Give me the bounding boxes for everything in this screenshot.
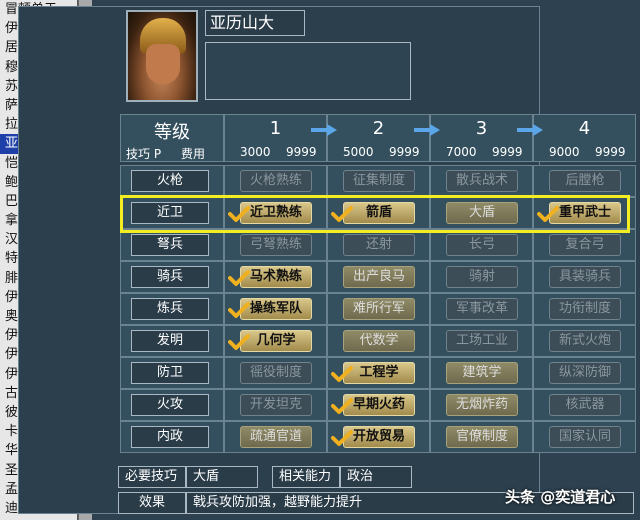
skill-button[interactable]: 几何学	[240, 330, 312, 352]
level-1-p: 3000	[240, 145, 271, 159]
skill-button[interactable]: 军事改革	[446, 298, 518, 320]
skill-button[interactable]: 新式火炮	[549, 330, 621, 352]
skill-button[interactable]: 建筑学	[446, 362, 518, 384]
skill-button[interactable]: 国家认同	[549, 426, 621, 448]
row-label: 骑兵	[131, 266, 209, 288]
level-4-cost: 9999	[595, 145, 626, 159]
skill-button[interactable]: 马术熟练	[240, 266, 312, 288]
row-label: 弩兵	[131, 234, 209, 256]
level-3-cost: 9999	[492, 145, 523, 159]
level-label: 等级	[154, 122, 190, 143]
face-shape	[146, 44, 180, 84]
watermark: 头条 @奕道君心	[505, 488, 616, 506]
general-bio-box	[205, 42, 411, 100]
level-1-cost: 9999	[286, 145, 317, 159]
skill-button[interactable]: 长弓	[446, 234, 518, 256]
skill-button[interactable]: 疏通官道	[240, 426, 312, 448]
level-4-p: 9000	[549, 145, 580, 159]
cost-label: 费用	[181, 147, 206, 161]
skill-button[interactable]: 工场工业	[446, 330, 518, 352]
arrow-right-icon	[517, 124, 543, 136]
skill-button[interactable]: 征集制度	[343, 170, 415, 192]
effect-label: 效果	[118, 492, 186, 514]
skill-button[interactable]: 开发坦克	[240, 394, 312, 416]
row-label: 防卫	[131, 362, 209, 384]
row-label: 炼兵	[131, 298, 209, 320]
skill-button[interactable]: 代数学	[343, 330, 415, 352]
level-2-p: 5000	[343, 145, 374, 159]
row-label: 火攻	[131, 394, 209, 416]
skill-button[interactable]: 火枪熟练	[240, 170, 312, 192]
skill-button[interactable]: 核武器	[549, 394, 621, 416]
skill-button[interactable]: 弓弩熟练	[240, 234, 312, 256]
row-label: 发明	[131, 330, 209, 352]
skill-button[interactable]: 出产良马	[343, 266, 415, 288]
skill-button[interactable]: 纵深防御	[549, 362, 621, 384]
skill-p-label: 技巧 P	[126, 147, 162, 161]
skill-button[interactable]: 散兵战术	[446, 170, 518, 192]
skill-button[interactable]: 操练军队	[240, 298, 312, 320]
required-skill-value: 大盾	[186, 466, 258, 488]
skill-button[interactable]: 功衔制度	[549, 298, 621, 320]
skill-button[interactable]: 还射	[343, 234, 415, 256]
related-ability-value: 政治	[340, 466, 412, 488]
level-num-4: 4	[578, 118, 591, 139]
row-label: 内政	[131, 426, 209, 448]
skill-button[interactable]: 开放贸易	[343, 426, 415, 448]
skill-button[interactable]: 早期火药	[343, 394, 415, 416]
related-ability-label: 相关能力	[272, 466, 340, 488]
level-2-cost: 9999	[389, 145, 420, 159]
level-3-p: 7000	[446, 145, 477, 159]
skill-button[interactable]: 复合弓	[549, 234, 621, 256]
skill-button[interactable]: 骑射	[446, 266, 518, 288]
skill-button[interactable]: 无烟炸药	[446, 394, 518, 416]
skill-button[interactable]: 后膛枪	[549, 170, 621, 192]
general-portrait	[126, 10, 198, 102]
skill-button[interactable]: 工程学	[343, 362, 415, 384]
arrow-right-icon	[414, 124, 440, 136]
highlight-frame	[120, 195, 630, 233]
required-skill-label: 必要技巧	[118, 466, 186, 488]
arrow-right-icon	[311, 124, 337, 136]
skill-button[interactable]: 具装骑兵	[549, 266, 621, 288]
row-label: 火枪	[131, 170, 209, 192]
general-name: 亚历山大	[205, 10, 305, 36]
skill-button[interactable]: 难所行军	[343, 298, 415, 320]
skill-button[interactable]: 官僚制度	[446, 426, 518, 448]
skill-button[interactable]: 徭役制度	[240, 362, 312, 384]
